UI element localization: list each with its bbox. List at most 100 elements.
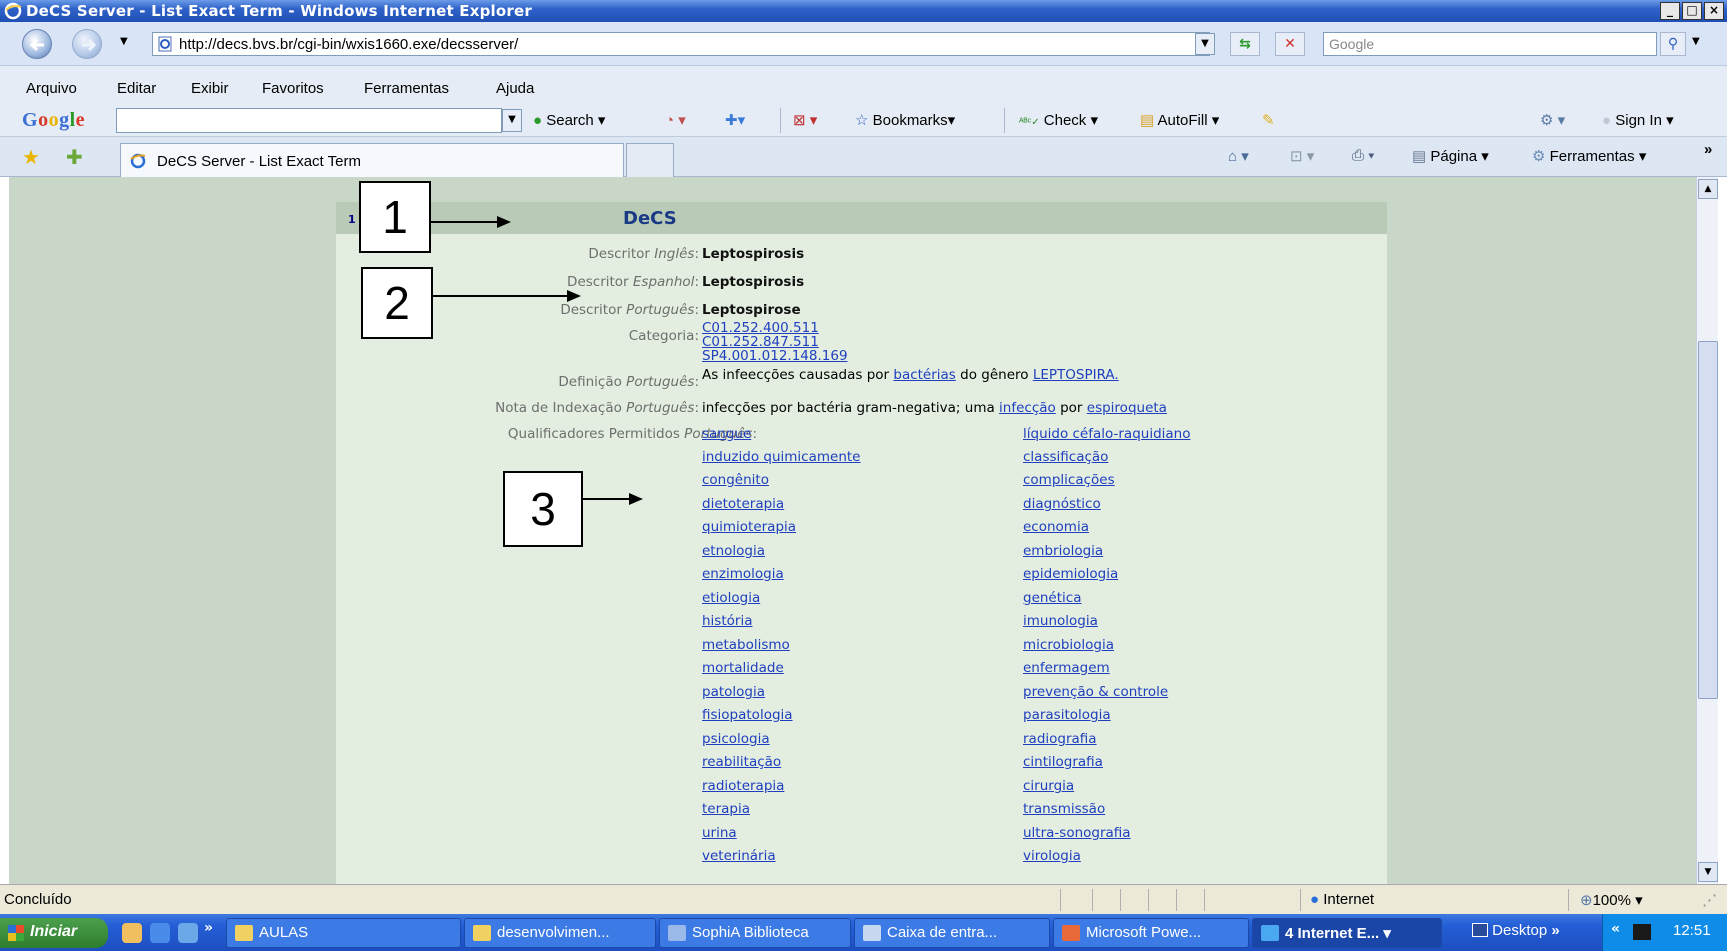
feeds-icon[interactable]: ⊡ ▾ (1290, 147, 1314, 165)
qualifier-link[interactable]: reabilitação (702, 754, 781, 770)
popup-blocker-icon[interactable]: ⊠ ▾ (793, 111, 817, 129)
menu-favoritos[interactable]: Favoritos (262, 80, 324, 97)
new-tab-button[interactable] (626, 143, 674, 177)
link-bacterias[interactable]: bactérias (893, 367, 955, 383)
qualifier-link[interactable]: cintilografia (1023, 754, 1103, 770)
scroll-down-icon[interactable]: ▼ (1698, 862, 1718, 882)
print-icon[interactable]: ⎙ ▾ (1352, 147, 1374, 164)
sign-in-button[interactable]: ● Sign In ▾ (1602, 111, 1674, 129)
qualifier-link[interactable]: sangue (702, 426, 751, 442)
taskbar-item-sophia[interactable]: SophiA Biblioteca (659, 918, 851, 948)
qualifier-link[interactable]: enfermagem (1023, 660, 1110, 676)
more-tools-chevron[interactable]: » (1704, 141, 1712, 158)
qualifier-link[interactable]: radioterapia (702, 778, 784, 794)
qualifier-link[interactable]: metabolismo (702, 637, 790, 653)
qualifier-link[interactable]: história (702, 613, 752, 629)
google-search-dropdown-icon[interactable]: ▼ (502, 109, 522, 132)
qualifier-link[interactable]: radiografia (1023, 731, 1097, 747)
qualifier-link[interactable]: classificação (1023, 449, 1108, 465)
zoom-level[interactable]: ⊕100% ▾ (1580, 891, 1643, 909)
qualifier-link[interactable]: prevenção & controle (1023, 684, 1168, 700)
scroll-up-icon[interactable]: ▲ (1698, 179, 1718, 199)
spell-check-button[interactable]: ᴬᴮᶜ✓ Check ▾ (1019, 111, 1098, 129)
start-button[interactable]: Iniciar (0, 918, 108, 948)
qualifier-link[interactable]: fisiopatologia (702, 707, 793, 723)
home-icon[interactable]: ⌂ ▾ (1228, 147, 1249, 165)
qualifier-link[interactable]: virologia (1023, 848, 1081, 864)
wrench-icon[interactable]: ⚙ ▾ (1540, 111, 1565, 129)
address-url[interactable]: http://decs.bvs.br/cgi-bin/wxis1660.exe/… (179, 36, 518, 53)
qualifier-link[interactable]: patologia (702, 684, 765, 700)
menu-arquivo[interactable]: Arquivo (26, 80, 77, 97)
live-search-input[interactable]: Google (1323, 32, 1657, 56)
ferramentas-menu[interactable]: ⚙ Ferramentas ▾ (1532, 147, 1646, 165)
qualifier-link[interactable]: quimioterapia (702, 519, 796, 535)
qualifier-link[interactable]: dietoterapia (702, 496, 784, 512)
qualifier-link[interactable]: líquido céfalo-raquidiano (1023, 426, 1191, 442)
qualifier-link[interactable]: microbiologia (1023, 637, 1114, 653)
menu-ajuda[interactable]: Ajuda (496, 80, 534, 97)
taskbar-item-caixa[interactable]: Caixa de entra... (854, 918, 1050, 948)
category-link[interactable]: SP4.001.012.148.169 (702, 348, 848, 364)
search-options-icon[interactable]: ▼ (1692, 36, 1700, 47)
address-bar[interactable]: http://decs.bvs.br/cgi-bin/wxis1660.exe/… (152, 32, 1210, 56)
pagerank-icon[interactable]: ◔ ▾ (665, 111, 686, 129)
quicklaunch-chevron[interactable]: » (204, 920, 213, 936)
favorites-star-icon[interactable]: ★ (22, 145, 40, 169)
qualifier-link[interactable]: ultra-sonografia (1023, 825, 1131, 841)
link-espiroqueta[interactable]: espiroqueta (1087, 400, 1167, 416)
qualifier-link[interactable]: induzido quimicamente (702, 449, 860, 465)
maximize-button[interactable]: □ (1682, 2, 1702, 20)
forward-button[interactable] (72, 29, 102, 59)
tab-decs-server[interactable]: DeCS Server - List Exact Term (120, 143, 624, 177)
qualifier-link[interactable]: urina (702, 825, 737, 841)
qualifier-link[interactable]: imunologia (1023, 613, 1098, 629)
qualifier-link[interactable]: complicações (1023, 472, 1115, 488)
desktop-toolbar[interactable]: Desktop » (1472, 922, 1560, 939)
network-icon[interactable] (1633, 924, 1651, 940)
address-dropdown-icon[interactable]: ▼ (1195, 33, 1215, 55)
bookmarks-button[interactable]: ☆ Bookmarks▾ (855, 111, 955, 129)
qualifier-link[interactable]: genética (1023, 590, 1081, 606)
qualifier-link[interactable]: economia (1023, 519, 1089, 535)
taskbar-item-powerpoint[interactable]: Microsoft Powe... (1053, 918, 1249, 948)
tray-expand-chevron[interactable]: « (1611, 921, 1620, 937)
autofill-button[interactable]: ▤ AutoFill ▾ (1140, 111, 1219, 129)
plus-icon[interactable]: ✚▾ (725, 111, 745, 129)
menu-exibir[interactable]: Exibir (191, 80, 229, 97)
highlighter-icon[interactable]: ✎ (1262, 111, 1275, 129)
google-search-button[interactable]: ● Search ▾ (533, 111, 605, 129)
qualifier-link[interactable]: mortalidade (702, 660, 784, 676)
qualifier-link[interactable]: etiologia (702, 590, 760, 606)
qualifier-link[interactable]: psicologia (702, 731, 770, 747)
refresh-button[interactable]: ⇆ (1230, 32, 1260, 56)
qualifier-link[interactable]: veterinária (702, 848, 776, 864)
taskbar-item-aulas[interactable]: AULAS (226, 918, 461, 948)
resize-grip-icon[interactable]: ⋰ (1702, 891, 1717, 909)
qualifier-link[interactable]: enzimologia (702, 566, 784, 582)
link-leptospira[interactable]: LEPTOSPIRA. (1033, 367, 1119, 383)
stop-button[interactable]: ✕ (1275, 32, 1305, 56)
qualifier-link[interactable]: congênito (702, 472, 769, 488)
qualifier-link[interactable]: embriologia (1023, 543, 1103, 559)
close-button[interactable]: × (1704, 2, 1724, 20)
menu-editar[interactable]: Editar (117, 80, 156, 97)
qualifier-link[interactable]: cirurgia (1023, 778, 1074, 794)
qualifier-link[interactable]: transmissão (1023, 801, 1105, 817)
qualifier-link[interactable]: diagnóstico (1023, 496, 1101, 512)
quicklaunch-ie-icon[interactable] (150, 923, 170, 943)
qualifier-link[interactable]: etnologia (702, 543, 765, 559)
pagina-menu[interactable]: ▤ Página ▾ (1412, 147, 1489, 165)
vertical-scrollbar[interactable]: ▲ ▼ (1696, 177, 1718, 884)
search-go-icon[interactable]: ⚲ (1660, 32, 1686, 56)
qualifier-link[interactable]: epidemiologia (1023, 566, 1118, 582)
qualifier-link[interactable]: terapia (702, 801, 750, 817)
back-button[interactable] (22, 29, 52, 59)
history-dropdown-icon[interactable]: ▼ (120, 36, 128, 47)
minimize-button[interactable]: _ (1660, 2, 1680, 20)
add-favorites-icon[interactable]: ✚ (66, 145, 83, 169)
menu-ferramentas[interactable]: Ferramentas (364, 80, 449, 97)
quicklaunch-icon[interactable] (178, 923, 198, 943)
google-search-input[interactable] (116, 108, 502, 133)
taskbar-item-internet-explorer[interactable]: 4 Internet E... ▾ (1252, 918, 1442, 948)
